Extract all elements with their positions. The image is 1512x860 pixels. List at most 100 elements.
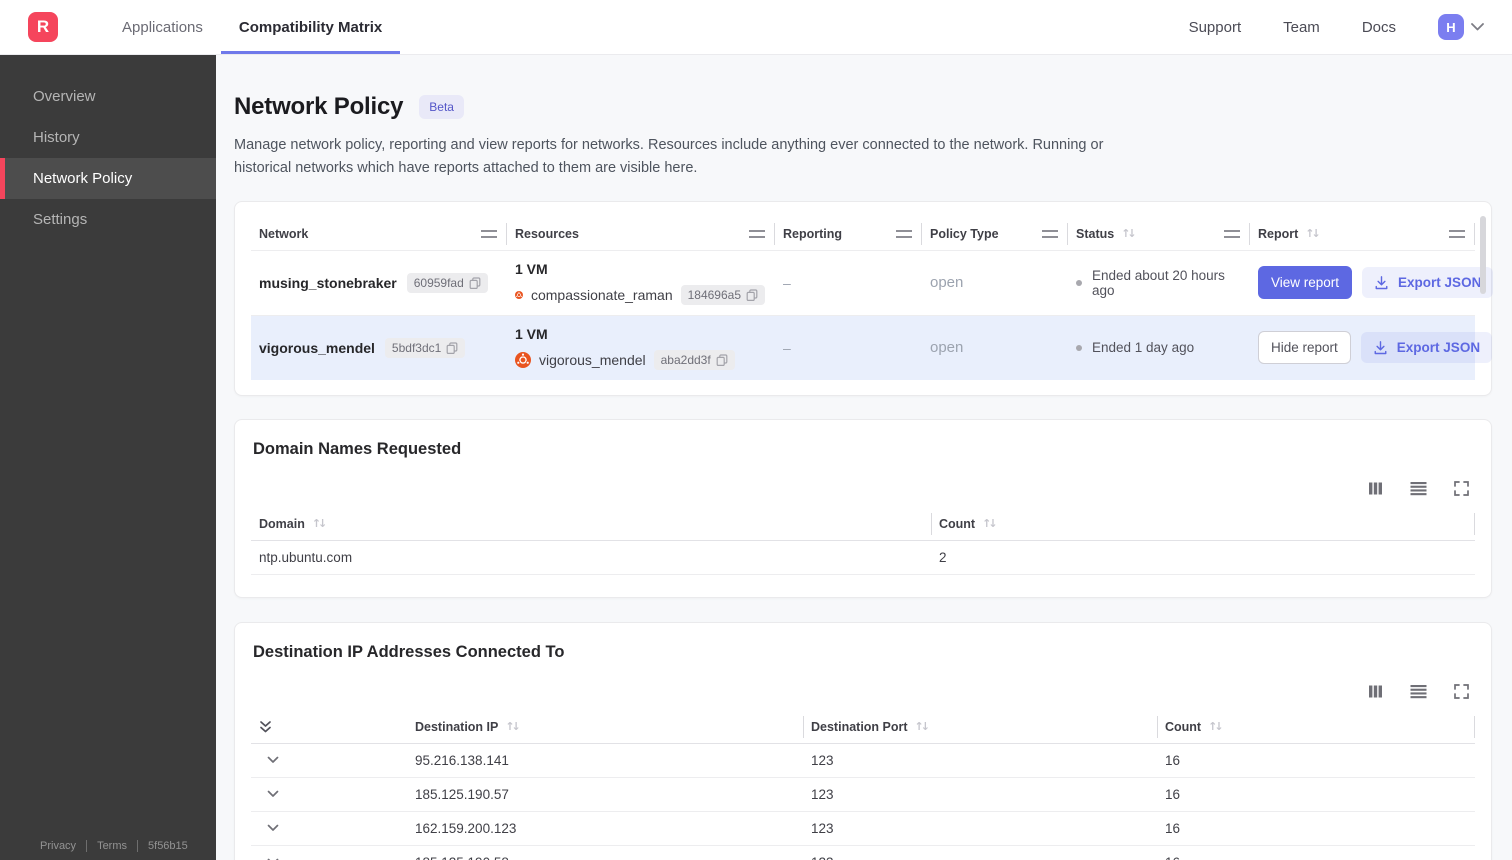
destination-port-value: 123 [803,743,1157,778]
sidebar-item-overview[interactable]: Overview [0,76,216,117]
table-row[interactable]: 162.159.200.123 123 16 [251,811,1475,846]
version-label: 5f56b15 [148,840,188,852]
copy-icon[interactable] [469,277,481,289]
col-header-network[interactable]: Network [251,218,507,251]
table-scrollbar[interactable] [1480,215,1486,294]
tab-applications[interactable]: Applications [104,0,221,54]
expand-icon[interactable] [1454,683,1469,699]
sort-icon[interactable]: ↑↓ [1305,227,1321,240]
col-label: Report [1258,226,1299,241]
page-description: Manage network policy, reporting and vie… [234,137,1104,176]
destination-port-value: 123 [803,777,1157,812]
sort-icon[interactable]: ↑↓ [1208,720,1224,733]
col-header-reporting[interactable]: Reporting [775,218,922,251]
network-policy-table: Network Resources Reporting Policy Type … [251,218,1494,380]
sidebar-item-settings[interactable]: Settings [0,199,216,240]
column-resize-handle-icon[interactable] [1224,229,1240,238]
destination-port-value: 123 [803,811,1157,846]
col-header-destination-ip[interactable]: Destination IP ↑↓ [407,710,803,744]
table-row[interactable]: 185.125.190.57 123 16 [251,777,1475,812]
col-header-expander[interactable] [251,710,407,744]
destination-ip-value: 185.125.190.58 [407,845,803,860]
network-name: vigorous_mendel [259,339,375,356]
top-nav: R Applications Compatibility Matrix Supp… [0,0,1512,55]
resource-hash-badge: 184696a5 [680,284,765,305]
tab-compatibility-matrix[interactable]: Compatibility Matrix [220,0,401,54]
policy-type-value: open [930,339,964,357]
sort-icon[interactable]: ↑↓ [505,720,521,733]
sort-icon[interactable]: ↑↓ [312,517,328,530]
col-label: Count [939,516,976,531]
terms-link[interactable]: Terms [97,840,127,852]
column-resize-handle-icon[interactable] [749,229,765,238]
status-text: Ended 1 day ago [1092,340,1195,356]
network-hash-badge: 60959fad [406,272,488,293]
hide-report-button[interactable]: Hide report [1258,331,1351,365]
col-header-destination-port[interactable]: Destination Port ↑↓ [803,710,1157,744]
rows-icon[interactable] [1410,684,1427,699]
count-value: 16 [1157,743,1475,778]
col-header-resources[interactable]: Resources [507,218,775,251]
columns-icon[interactable] [1368,481,1383,496]
ubuntu-icon [515,290,523,299]
columns-icon[interactable] [1368,684,1383,699]
policy-type-value: open [930,274,964,292]
sort-icon[interactable]: ↑↓ [1121,227,1137,240]
domains-table: Domain ↑↓ Count ↑↓ ntp.ubuntu.com 2 [251,507,1475,575]
network-name: musing_stonebraker [259,274,397,291]
col-header-report[interactable]: Report ↑↓ [1250,218,1475,251]
sidebar-item-network-policy[interactable]: Network Policy [0,158,216,199]
export-json-button[interactable]: Export JSON [1360,332,1493,364]
table-row[interactable]: 95.216.138.141 123 16 [251,743,1475,778]
beta-badge: Beta [419,95,464,119]
col-label: Domain [259,516,305,531]
table-row[interactable]: 185.125.190.58 123 16 [251,845,1475,860]
sort-icon[interactable]: ↑↓ [982,517,998,530]
row-expand-icon[interactable] [259,756,397,764]
col-header-policy-type[interactable]: Policy Type [922,218,1068,251]
col-label: Resources [515,226,579,241]
rows-icon[interactable] [1410,481,1427,496]
col-label: Destination IP [415,719,499,734]
column-resize-handle-icon[interactable] [1042,229,1058,238]
copy-icon[interactable] [746,289,758,301]
column-resize-handle-icon[interactable] [481,229,497,238]
network-hash-badge: 5bdf3dc1 [384,337,466,358]
link-team[interactable]: Team [1283,19,1320,36]
col-header-count[interactable]: Count ↑↓ [1157,710,1475,744]
table-row-selected[interactable]: vigorous_mendel 5bdf3dc1 1 VM vigorous_m… [251,314,1493,380]
export-json-button[interactable]: Export JSON [1362,267,1494,299]
destination-ip-value: 185.125.190.57 [407,777,803,812]
domain-value: ntp.ubuntu.com [251,540,931,575]
avatar[interactable]: H [1438,14,1464,40]
ubuntu-icon [515,351,531,368]
column-resize-handle-icon[interactable] [1449,229,1465,238]
view-report-button[interactable]: View report [1258,266,1353,300]
status-dot-icon [1076,279,1082,286]
expand-all-icon[interactable] [251,720,407,734]
footer-divider [137,840,139,852]
link-support[interactable]: Support [1189,19,1242,36]
table-row[interactable]: ntp.ubuntu.com 2 [251,540,1475,575]
table-row[interactable]: musing_stonebraker 60959fad 1 VM compass… [251,249,1494,316]
sort-icon[interactable]: ↑↓ [915,720,931,733]
copy-icon[interactable] [716,354,728,366]
copy-icon[interactable] [446,342,458,354]
card-title: Domain Names Requested [253,439,462,458]
app-logo[interactable]: R [28,12,58,42]
expand-icon[interactable] [1454,480,1469,496]
destinations-table: Destination IP ↑↓ Destination Port ↑↓ Co… [251,710,1475,860]
link-docs[interactable]: Docs [1362,19,1396,36]
col-header-status[interactable]: Status ↑↓ [1068,218,1250,251]
row-expand-icon[interactable] [259,790,397,798]
destination-port-value: 123 [803,845,1157,860]
col-label: Network [259,226,309,241]
col-label: Count [1165,719,1202,734]
col-header-domain[interactable]: Domain ↑↓ [251,507,931,541]
col-header-count[interactable]: Count ↑↓ [931,507,1475,541]
row-expand-icon[interactable] [259,824,397,832]
user-menu[interactable]: H [1438,14,1484,40]
sidebar-item-history[interactable]: History [0,117,216,158]
column-resize-handle-icon[interactable] [896,229,912,238]
privacy-link[interactable]: Privacy [40,840,76,852]
